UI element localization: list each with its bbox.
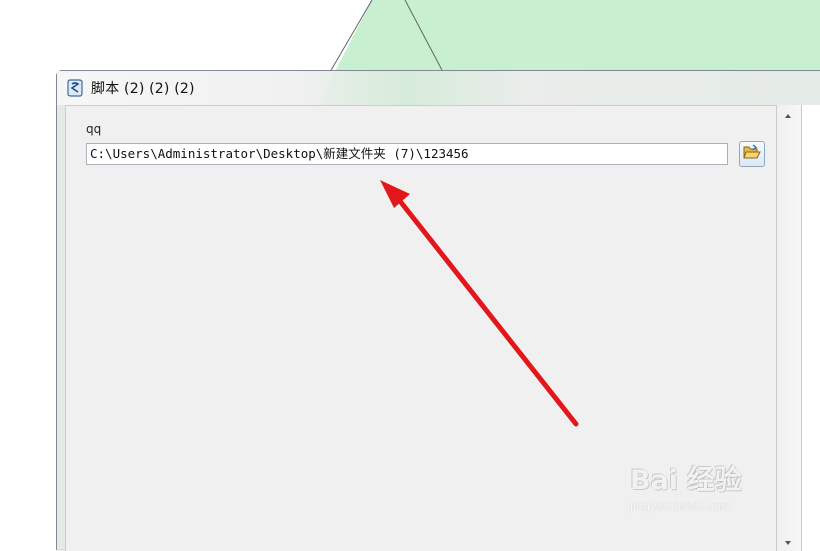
scroll-up-arrow-icon[interactable]: [785, 114, 791, 118]
help-panel: [801, 105, 820, 551]
browse-folder-button[interactable]: [739, 141, 765, 167]
path-input[interactable]: C:\Users\Administrator\Desktop\新建文件夹 (7)…: [86, 143, 728, 165]
script-scroll-icon: [65, 77, 85, 99]
watermark-brand: Bai 经验: [630, 465, 742, 496]
title-bar[interactable]: 脚本 (2) (2) (2): [57, 71, 820, 105]
scroll-area[interactable]: [777, 105, 801, 551]
scroll-down-arrow-icon[interactable]: [785, 541, 791, 545]
open-folder-icon: [743, 144, 761, 164]
window-title: 脚本 (2) (2) (2): [91, 81, 195, 97]
watermark-site: jingyan.baidu.com: [630, 500, 732, 513]
baidu-watermark: Bai 经验 jingyan.baidu.com: [630, 440, 780, 520]
parameter-label: qq: [86, 122, 102, 136]
dialog-left-frame: [57, 105, 65, 551]
